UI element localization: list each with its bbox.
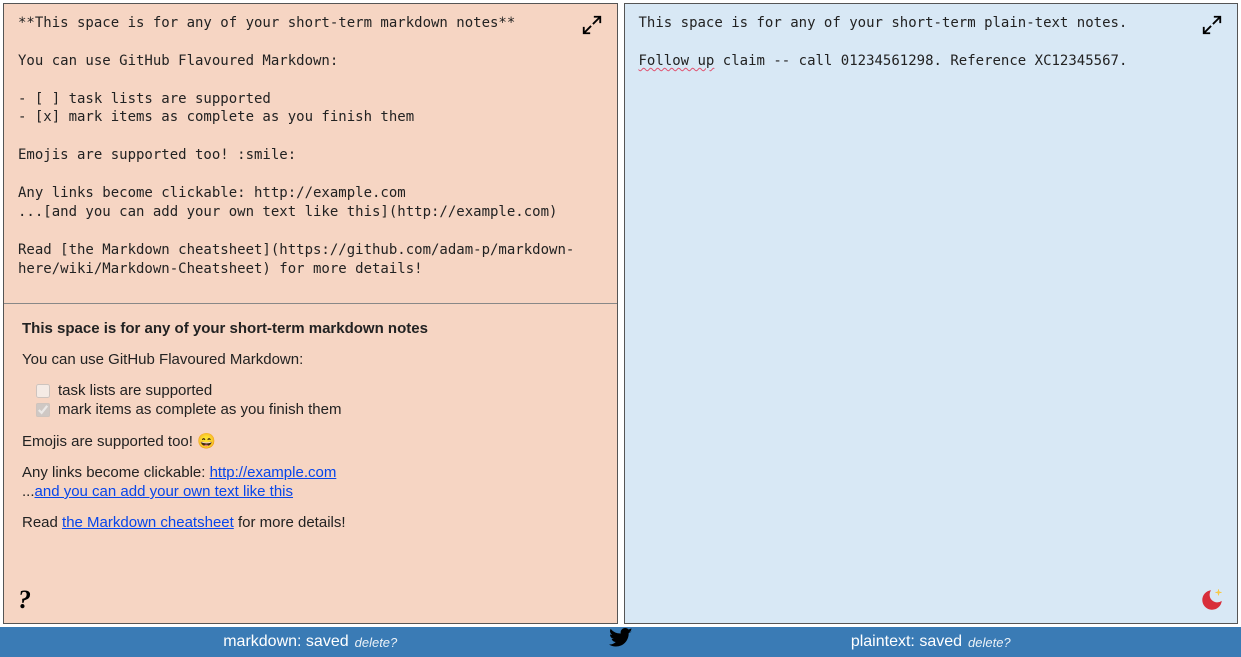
footer-right: plaintext: saved delete? xyxy=(621,633,1241,651)
custom-text-link[interactable]: and you can add your own text like this xyxy=(35,483,294,500)
task-label: task lists are supported xyxy=(58,382,212,399)
preview-read-line: Read the Markdown cheatsheet for more de… xyxy=(22,514,599,531)
plaintext-line1: This space is for any of your short-term… xyxy=(639,15,1128,31)
markdown-delete-link[interactable]: delete? xyxy=(355,635,398,650)
preview-gfm-line: You can use GitHub Flavoured Markdown: xyxy=(22,351,599,368)
task-checkbox[interactable] xyxy=(36,384,50,398)
markdown-preview: This space is for any of your short-term… xyxy=(4,304,617,623)
preview-links-line: Any links become clickable: http://examp… xyxy=(22,464,599,481)
cheatsheet-link[interactable]: the Markdown cheatsheet xyxy=(62,514,234,531)
example-link[interactable]: http://example.com xyxy=(210,464,337,481)
read-post: for more details! xyxy=(234,514,346,531)
markdown-editor[interactable] xyxy=(4,4,617,304)
preview-links-line-2: ...and you can add your own text like th… xyxy=(22,483,599,500)
emoji-text: Emojis are supported too! xyxy=(22,433,197,450)
plaintext-status: plaintext: saved xyxy=(851,633,962,651)
markdown-panel: This space is for any of your short-term… xyxy=(3,3,618,624)
dark-mode-toggle-icon[interactable] xyxy=(1199,587,1225,613)
preview-emoji-line: Emojis are supported too! 😄 xyxy=(22,432,599,450)
preview-title: This space is for any of your short-term… xyxy=(22,320,428,337)
footer-left: markdown: saved delete? xyxy=(0,633,621,651)
task-checkbox[interactable] xyxy=(36,403,50,417)
task-label: mark items as complete as you finish the… xyxy=(58,401,341,418)
help-icon[interactable]: ? xyxy=(18,585,31,615)
markdown-status: markdown: saved xyxy=(223,633,348,651)
expand-icon[interactable] xyxy=(581,14,603,41)
preview-task-list: task lists are supported mark items as c… xyxy=(36,382,599,418)
spellcheck-word: Follow up xyxy=(639,53,715,69)
expand-icon[interactable] xyxy=(1201,14,1223,41)
links2-pre: ... xyxy=(22,483,35,500)
plaintext-editor[interactable]: This space is for any of your short-term… xyxy=(625,4,1238,623)
plaintext-panel: This space is for any of your short-term… xyxy=(624,3,1239,624)
plaintext-rest: claim -- call 01234561298. Reference XC1… xyxy=(714,53,1127,69)
task-item: mark items as complete as you finish the… xyxy=(36,401,599,418)
links-pre: Any links become clickable: xyxy=(22,464,210,481)
read-pre: Read xyxy=(22,514,62,531)
twitter-icon[interactable] xyxy=(609,628,633,657)
task-item: task lists are supported xyxy=(36,382,599,399)
footer-bar: markdown: saved delete? plaintext: saved… xyxy=(0,627,1241,657)
smile-emoji-icon: 😄 xyxy=(197,433,216,450)
plaintext-delete-link[interactable]: delete? xyxy=(968,635,1011,650)
panels-container: This space is for any of your short-term… xyxy=(0,0,1241,627)
